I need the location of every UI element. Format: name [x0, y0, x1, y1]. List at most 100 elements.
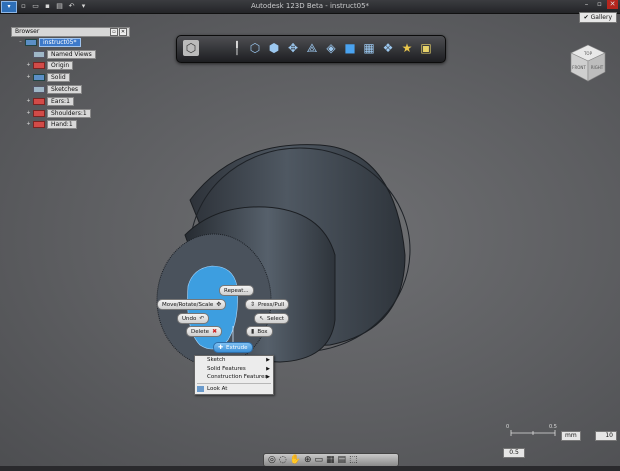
measure-icon[interactable]: ❖	[380, 40, 396, 56]
ctx-item-look-at[interactable]: Look At	[195, 385, 273, 394]
browser-node-ears[interactable]: + Ears:1	[26, 96, 74, 106]
group-icon[interactable]: ▦	[361, 40, 377, 56]
move-icon: ✥	[216, 301, 222, 308]
mm-presspull-label: Press/Pull	[258, 301, 285, 308]
box-icon: ▮	[251, 328, 255, 335]
look-at-icon[interactable]: ◌	[279, 454, 287, 466]
press-pull-icon: ⇕	[250, 301, 256, 308]
grid-snap-icon[interactable]: ★	[399, 40, 415, 56]
box-icon[interactable]: ⬢	[266, 40, 282, 56]
mm-box[interactable]: ▮ Box	[246, 326, 273, 337]
browser-node-solid[interactable]: + Solid	[26, 72, 70, 82]
pattern-icon[interactable]: ■	[342, 40, 358, 56]
submenu-arrow-icon: ▶	[266, 374, 270, 380]
mm-delete[interactable]: Delete ✖	[186, 326, 223, 337]
zoom-icon[interactable]: ⊕	[304, 454, 312, 466]
select-arrow-icon: ↖	[259, 315, 265, 322]
delete-icon: ✖	[212, 328, 218, 335]
folder-icon	[33, 50, 45, 58]
browser-root[interactable]: – instruct05*	[18, 37, 81, 47]
ctx-item-label: Construction Features	[207, 374, 268, 380]
grid-icon[interactable]: ▤	[338, 454, 347, 466]
browser-title: Browser	[15, 28, 40, 35]
scale-value-field[interactable]: 0.5	[503, 448, 525, 458]
modify-icon[interactable]: ◈	[323, 40, 339, 56]
mm-delete-label: Delete	[191, 328, 210, 335]
ctx-item-label: Solid Features	[207, 365, 246, 372]
ctx-item-label: Sketch	[207, 357, 226, 363]
browser-pin-icon[interactable]: ▫	[110, 28, 118, 36]
context-menu: Sketch ▶ Solid Features ▶ Construction F…	[194, 355, 274, 395]
mm-box-label: Box	[257, 328, 268, 335]
mm-select[interactable]: ↖ Select	[254, 313, 289, 324]
browser-root-label: instruct05*	[39, 37, 81, 47]
unit-selector[interactable]: mm	[561, 431, 581, 441]
component-icon[interactable]	[33, 97, 45, 105]
orbit-icon[interactable]: ◎	[268, 454, 276, 466]
component-icon[interactable]	[33, 109, 45, 117]
browser-node-shoulders[interactable]: + Shoulders:1	[26, 108, 91, 118]
browser-node-label: Origin	[47, 60, 74, 70]
navigation-bar: ◎ ◌ ✋ ⊕ ▭ ▦ ▤ ⬚	[263, 453, 399, 467]
browser-node-label: Solid	[47, 72, 70, 82]
viewcube[interactable]: TOP FRONT RIGHT	[568, 42, 608, 84]
ctx-item-label: Look At	[207, 385, 228, 392]
folder-icon	[33, 85, 45, 93]
browser-node-named-views[interactable]: Named Views	[26, 49, 96, 59]
mm-extrude-label: Extrude	[226, 344, 248, 351]
browser-node-label: Hand:1	[47, 119, 77, 129]
viewcube-right[interactable]: RIGHT	[591, 65, 604, 70]
mm-press-pull[interactable]: ⇕ Press/Pull	[245, 299, 290, 310]
transform-icon[interactable]: ✥	[285, 40, 301, 56]
status-bar	[0, 466, 620, 471]
scale-tick-half: 0.5	[549, 424, 557, 430]
mm-repeat-label: Repeat...	[224, 287, 249, 294]
browser-node-origin[interactable]: + Origin	[26, 60, 74, 70]
browser-node-label: Shoulders:1	[47, 108, 91, 118]
browser-node-hand[interactable]: + Hand:1	[26, 119, 77, 129]
menu-divider	[197, 382, 271, 384]
collapse-icon[interactable]: –	[18, 39, 23, 45]
selection-icon[interactable]: ⬚	[349, 454, 358, 466]
model-viewport[interactable]	[0, 0, 620, 471]
ctx-item-sketch[interactable]: Sketch ▶	[195, 356, 273, 365]
ctx-item-solid-features[interactable]: Solid Features ▶	[195, 365, 273, 374]
ctx-item-construction-features[interactable]: Construction Features ▶	[195, 373, 273, 382]
pan-icon[interactable]: ✋	[290, 454, 301, 466]
mm-repeat[interactable]: Repeat...	[219, 285, 254, 296]
undo-icon: ↶	[199, 315, 205, 322]
hidden-icon[interactable]	[33, 61, 45, 69]
scale-ruler: 0 0.5	[506, 424, 557, 436]
browser-node-sketches[interactable]: Sketches	[26, 84, 83, 94]
fit-icon[interactable]: ▭	[314, 454, 323, 466]
sketch-icon[interactable]: ⟁	[304, 40, 320, 56]
viewcube-top[interactable]: TOP	[583, 51, 593, 56]
mm-extrude[interactable]: ✚ Extrude	[213, 342, 253, 353]
main-toolbar: ⬡ ╿ ⬡ ⬢ ✥ ⟁ ◈ ■ ▦ ❖ ★ ▣	[176, 35, 446, 63]
document-icon	[25, 38, 37, 46]
browser-node-label: Named Views	[47, 49, 96, 59]
display-icon[interactable]: ▦	[326, 454, 335, 466]
primitives-icon[interactable]: ⬡	[247, 40, 263, 56]
scale-tick-0: 0	[506, 424, 509, 430]
component-icon[interactable]	[33, 120, 45, 128]
eye-icon[interactable]	[33, 73, 45, 81]
mm-undo-label: Undo	[182, 315, 197, 322]
browser-node-label: Ears:1	[47, 96, 74, 106]
info-icon[interactable]: ╿	[229, 40, 245, 56]
home-view-icon[interactable]: ⬡	[183, 40, 199, 56]
viewcube-front[interactable]: FRONT	[572, 65, 586, 70]
look-at-icon	[197, 385, 204, 392]
browser-node-label: Sketches	[47, 84, 83, 94]
mm-move-label: Move/Rotate/Scale	[162, 301, 214, 308]
browser-panel-header: Browser ▫ ✕	[11, 27, 130, 37]
mm-select-label: Select	[267, 315, 284, 322]
grid-value-field[interactable]: 10	[595, 431, 617, 441]
mm-move-rotate-scale[interactable]: Move/Rotate/Scale ✥	[157, 299, 227, 310]
submenu-arrow-icon: ▶	[266, 365, 270, 372]
material-icon[interactable]: ▣	[418, 40, 434, 56]
extrude-icon: ✚	[218, 344, 224, 351]
mm-undo[interactable]: Undo ↶	[177, 313, 210, 324]
browser-close-icon[interactable]: ✕	[119, 28, 127, 36]
submenu-arrow-icon: ▶	[266, 357, 270, 363]
